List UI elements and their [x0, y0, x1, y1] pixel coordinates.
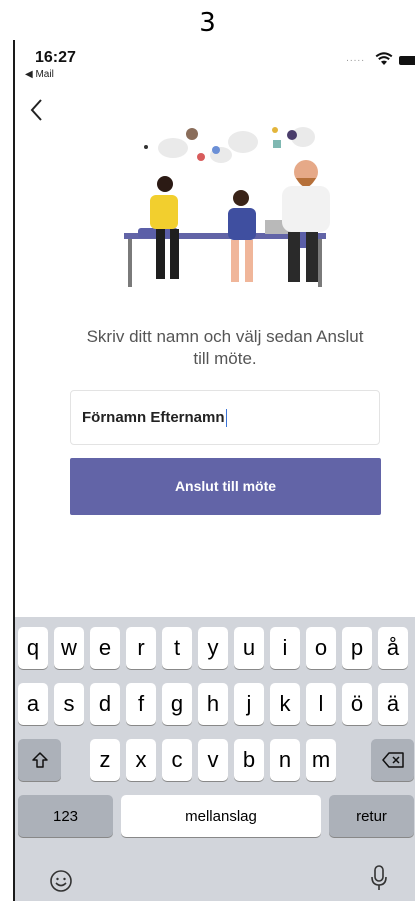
key-q[interactable]: q	[18, 627, 48, 669]
key-k[interactable]: k	[270, 683, 300, 725]
backspace-icon	[381, 752, 404, 768]
key-o-umlaut[interactable]: ö	[342, 683, 372, 725]
backspace-key[interactable]	[371, 739, 414, 781]
key-a-ring[interactable]: å	[378, 627, 408, 669]
battery-icon	[399, 56, 415, 65]
instruction-text: Skriv ditt namn och välj sedan Anslut ti…	[55, 326, 395, 370]
key-w[interactable]: w	[54, 627, 84, 669]
key-a-umlaut[interactable]: ä	[378, 683, 408, 725]
key-g[interactable]: g	[162, 683, 192, 725]
key-t[interactable]: t	[162, 627, 192, 669]
key-l[interactable]: l	[306, 683, 336, 725]
key-e[interactable]: e	[90, 627, 120, 669]
join-meeting-button[interactable]: Anslut till möte	[70, 458, 381, 515]
meeting-illustration	[124, 127, 330, 287]
onscreen-keyboard: q w e r t y u i o p å a s d f g h j k l …	[15, 617, 415, 901]
key-d[interactable]: d	[90, 683, 120, 725]
phone-screen: 16:27 ◀ Mail ..... Skriv ditt namn och v…	[13, 40, 415, 901]
name-input-value: Förnamn Efternamn	[82, 409, 225, 426]
key-b[interactable]: b	[234, 739, 264, 781]
key-v[interactable]: v	[198, 739, 228, 781]
name-input[interactable]: Förnamn Efternamn	[70, 390, 380, 445]
status-time: 16:27	[35, 49, 76, 66]
instruction-line-1: Skriv ditt namn och välj sedan Anslut	[86, 327, 364, 346]
key-m[interactable]: m	[306, 739, 336, 781]
key-n[interactable]: n	[270, 739, 300, 781]
instruction-line-2: till möte.	[193, 349, 257, 368]
back-to-mail-link[interactable]: ◀ Mail	[25, 69, 54, 80]
key-r[interactable]: r	[126, 627, 156, 669]
wifi-icon	[375, 52, 393, 65]
key-h[interactable]: h	[198, 683, 228, 725]
key-z[interactable]: z	[90, 739, 120, 781]
back-chevron-icon[interactable]	[29, 98, 43, 122]
key-c[interactable]: c	[162, 739, 192, 781]
text-caret	[225, 408, 228, 427]
status-bar: 16:27 ◀ Mail .....	[15, 40, 415, 86]
signal-dots-icon: .....	[346, 53, 365, 64]
keyboard-bottom-bar	[15, 845, 415, 901]
key-j[interactable]: j	[234, 683, 264, 725]
microphone-icon[interactable]	[371, 865, 387, 891]
key-p[interactable]: p	[342, 627, 372, 669]
key-f[interactable]: f	[126, 683, 156, 725]
key-i[interactable]: i	[270, 627, 300, 669]
shift-arrow-icon	[31, 752, 48, 768]
key-x[interactable]: x	[126, 739, 156, 781]
emoji-icon[interactable]	[49, 869, 73, 893]
page-number: 3	[199, 8, 216, 38]
key-a[interactable]: a	[18, 683, 48, 725]
numbers-key[interactable]: 123	[18, 795, 113, 837]
space-key[interactable]: mellanslag	[121, 795, 321, 837]
key-y[interactable]: y	[198, 627, 228, 669]
key-u[interactable]: u	[234, 627, 264, 669]
shift-key[interactable]	[18, 739, 61, 781]
key-s[interactable]: s	[54, 683, 84, 725]
key-o[interactable]: o	[306, 627, 336, 669]
return-key[interactable]: retur	[329, 795, 414, 837]
